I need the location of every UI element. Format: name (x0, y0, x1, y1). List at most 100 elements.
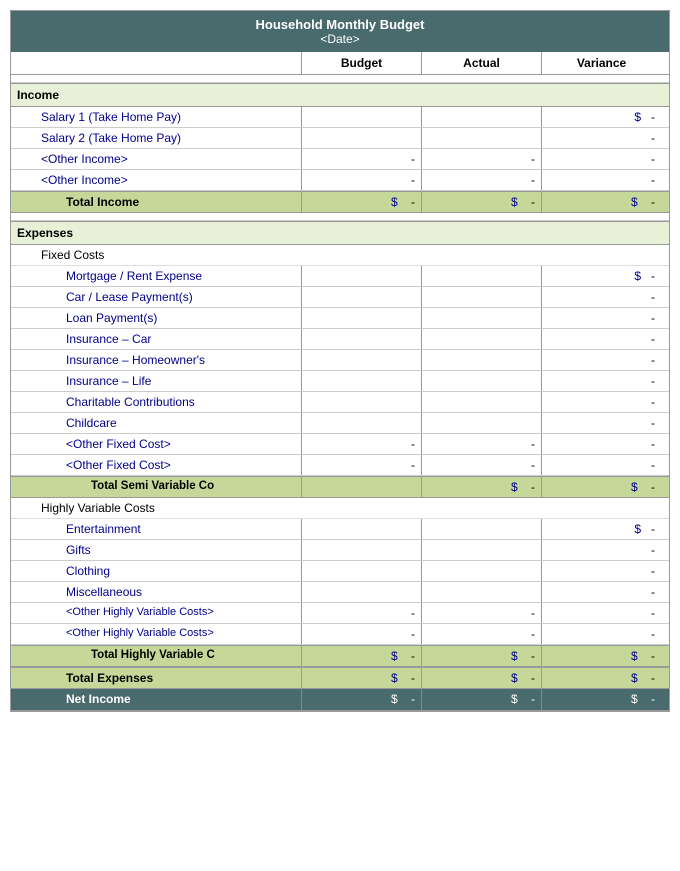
gifts-budget[interactable] (301, 540, 421, 560)
salary1-budget[interactable] (301, 107, 421, 127)
childcare-actual[interactable] (421, 413, 541, 433)
total-semi-variable-row: Total Semi Variable Co $ - $ - (11, 476, 669, 498)
total-semi-variable-actual: $ - (421, 477, 541, 497)
net-income-label: Net Income (11, 689, 301, 710)
spreadsheet-container: Household Monthly Budget <Date> Budget A… (10, 10, 670, 712)
expenses-section-label: Expenses (11, 221, 669, 245)
gifts-variance[interactable]: - (541, 540, 661, 560)
insurance-life-budget[interactable] (301, 371, 421, 391)
insurance-car-budget[interactable] (301, 329, 421, 349)
salary2-actual[interactable] (421, 128, 541, 148)
loan-label: Loan Payment(s) (11, 308, 301, 328)
other-income1-label: <Other Income> (11, 149, 301, 169)
childcare-budget[interactable] (301, 413, 421, 433)
entertainment-variance[interactable]: $ - (541, 519, 661, 539)
fixed-costs-label: Fixed Costs (11, 245, 669, 266)
salary2-budget[interactable] (301, 128, 421, 148)
header-variance: Variance (541, 52, 661, 74)
miscellaneous-actual[interactable] (421, 582, 541, 602)
total-income-variance: $ - (541, 192, 661, 212)
table-row: Salary 1 (Take Home Pay) $ - (11, 107, 669, 128)
other-variable1-budget[interactable]: - (301, 603, 421, 623)
car-lease-actual[interactable] (421, 287, 541, 307)
other-variable1-actual[interactable]: - (421, 603, 541, 623)
entertainment-label: Entertainment (11, 519, 301, 539)
title-block: Household Monthly Budget <Date> (11, 11, 669, 52)
other-income1-actual[interactable]: - (421, 149, 541, 169)
total-income-label: Total Income (11, 192, 301, 212)
other-variable1-variance[interactable]: - (541, 603, 661, 623)
header-budget: Budget (301, 52, 421, 74)
insurance-car-actual[interactable] (421, 329, 541, 349)
total-expenses-variance: $ - (541, 668, 661, 688)
clothing-actual[interactable] (421, 561, 541, 581)
salary1-label: Salary 1 (Take Home Pay) (11, 107, 301, 127)
miscellaneous-variance[interactable]: - (541, 582, 661, 602)
other-fixed1-budget[interactable]: - (301, 434, 421, 454)
other-variable2-budget[interactable]: - (301, 624, 421, 644)
charitable-variance[interactable]: - (541, 392, 661, 412)
table-row: <Other Fixed Cost> - - - (11, 434, 669, 455)
total-income-row: Total Income $ - $ - $ - (11, 191, 669, 213)
loan-budget[interactable] (301, 308, 421, 328)
table-row: <Other Income> - - - (11, 149, 669, 170)
insurance-car-label: Insurance – Car (11, 329, 301, 349)
total-variable-actual: $ - (421, 646, 541, 666)
gifts-actual[interactable] (421, 540, 541, 560)
other-variable2-actual[interactable]: - (421, 624, 541, 644)
loan-actual[interactable] (421, 308, 541, 328)
salary1-actual[interactable] (421, 107, 541, 127)
insurance-home-budget[interactable] (301, 350, 421, 370)
mortgage-actual[interactable] (421, 266, 541, 286)
table-row: Clothing - (11, 561, 669, 582)
clothing-variance[interactable]: - (541, 561, 661, 581)
table-row: <Other Income> - - - (11, 170, 669, 191)
gifts-label: Gifts (11, 540, 301, 560)
charitable-budget[interactable] (301, 392, 421, 412)
mortgage-budget[interactable] (301, 266, 421, 286)
mortgage-variance[interactable]: $ - (541, 266, 661, 286)
miscellaneous-budget[interactable] (301, 582, 421, 602)
other-fixed2-budget[interactable]: - (301, 455, 421, 475)
childcare-variance[interactable]: - (541, 413, 661, 433)
insurance-home-variance[interactable]: - (541, 350, 661, 370)
childcare-label: Childcare (11, 413, 301, 433)
insurance-life-variance[interactable]: - (541, 371, 661, 391)
other-fixed1-variance[interactable]: - (541, 434, 661, 454)
charitable-actual[interactable] (421, 392, 541, 412)
other-fixed2-actual[interactable]: - (421, 455, 541, 475)
charitable-label: Charitable Contributions (11, 392, 301, 412)
salary1-variance[interactable]: $ - (541, 107, 661, 127)
other-income2-actual[interactable]: - (421, 170, 541, 190)
car-lease-budget[interactable] (301, 287, 421, 307)
table-row: Charitable Contributions - (11, 392, 669, 413)
other-variable2-variance[interactable]: - (541, 624, 661, 644)
car-lease-variance[interactable]: - (541, 287, 661, 307)
insurance-car-variance[interactable]: - (541, 329, 661, 349)
net-income-budget: $ - (301, 689, 421, 710)
table-row: Insurance – Car - (11, 329, 669, 350)
other-income2-variance[interactable]: - (541, 170, 661, 190)
table-row: Car / Lease Payment(s) - (11, 287, 669, 308)
other-variable1-label: <Other Highly Variable Costs> (11, 603, 301, 623)
other-income1-budget[interactable]: - (301, 149, 421, 169)
insurance-life-actual[interactable] (421, 371, 541, 391)
car-lease-label: Car / Lease Payment(s) (11, 287, 301, 307)
salary2-variance[interactable]: - (541, 128, 661, 148)
insurance-home-actual[interactable] (421, 350, 541, 370)
header-label (11, 52, 301, 74)
total-semi-variable-label: Total Semi Variable Co (11, 477, 301, 497)
income-section-label: Income (11, 83, 669, 107)
spacer (11, 75, 669, 83)
entertainment-budget[interactable] (301, 519, 421, 539)
table-row: Insurance – Homeowner's - (11, 350, 669, 371)
entertainment-actual[interactable] (421, 519, 541, 539)
table-row: <Other Fixed Cost> - - - (11, 455, 669, 476)
other-fixed1-actual[interactable]: - (421, 434, 541, 454)
other-income2-budget[interactable]: - (301, 170, 421, 190)
clothing-budget[interactable] (301, 561, 421, 581)
other-income1-variance[interactable]: - (541, 149, 661, 169)
loan-variance[interactable]: - (541, 308, 661, 328)
other-fixed2-variance[interactable]: - (541, 455, 661, 475)
table-row: <Other Highly Variable Costs> - - - (11, 624, 669, 645)
